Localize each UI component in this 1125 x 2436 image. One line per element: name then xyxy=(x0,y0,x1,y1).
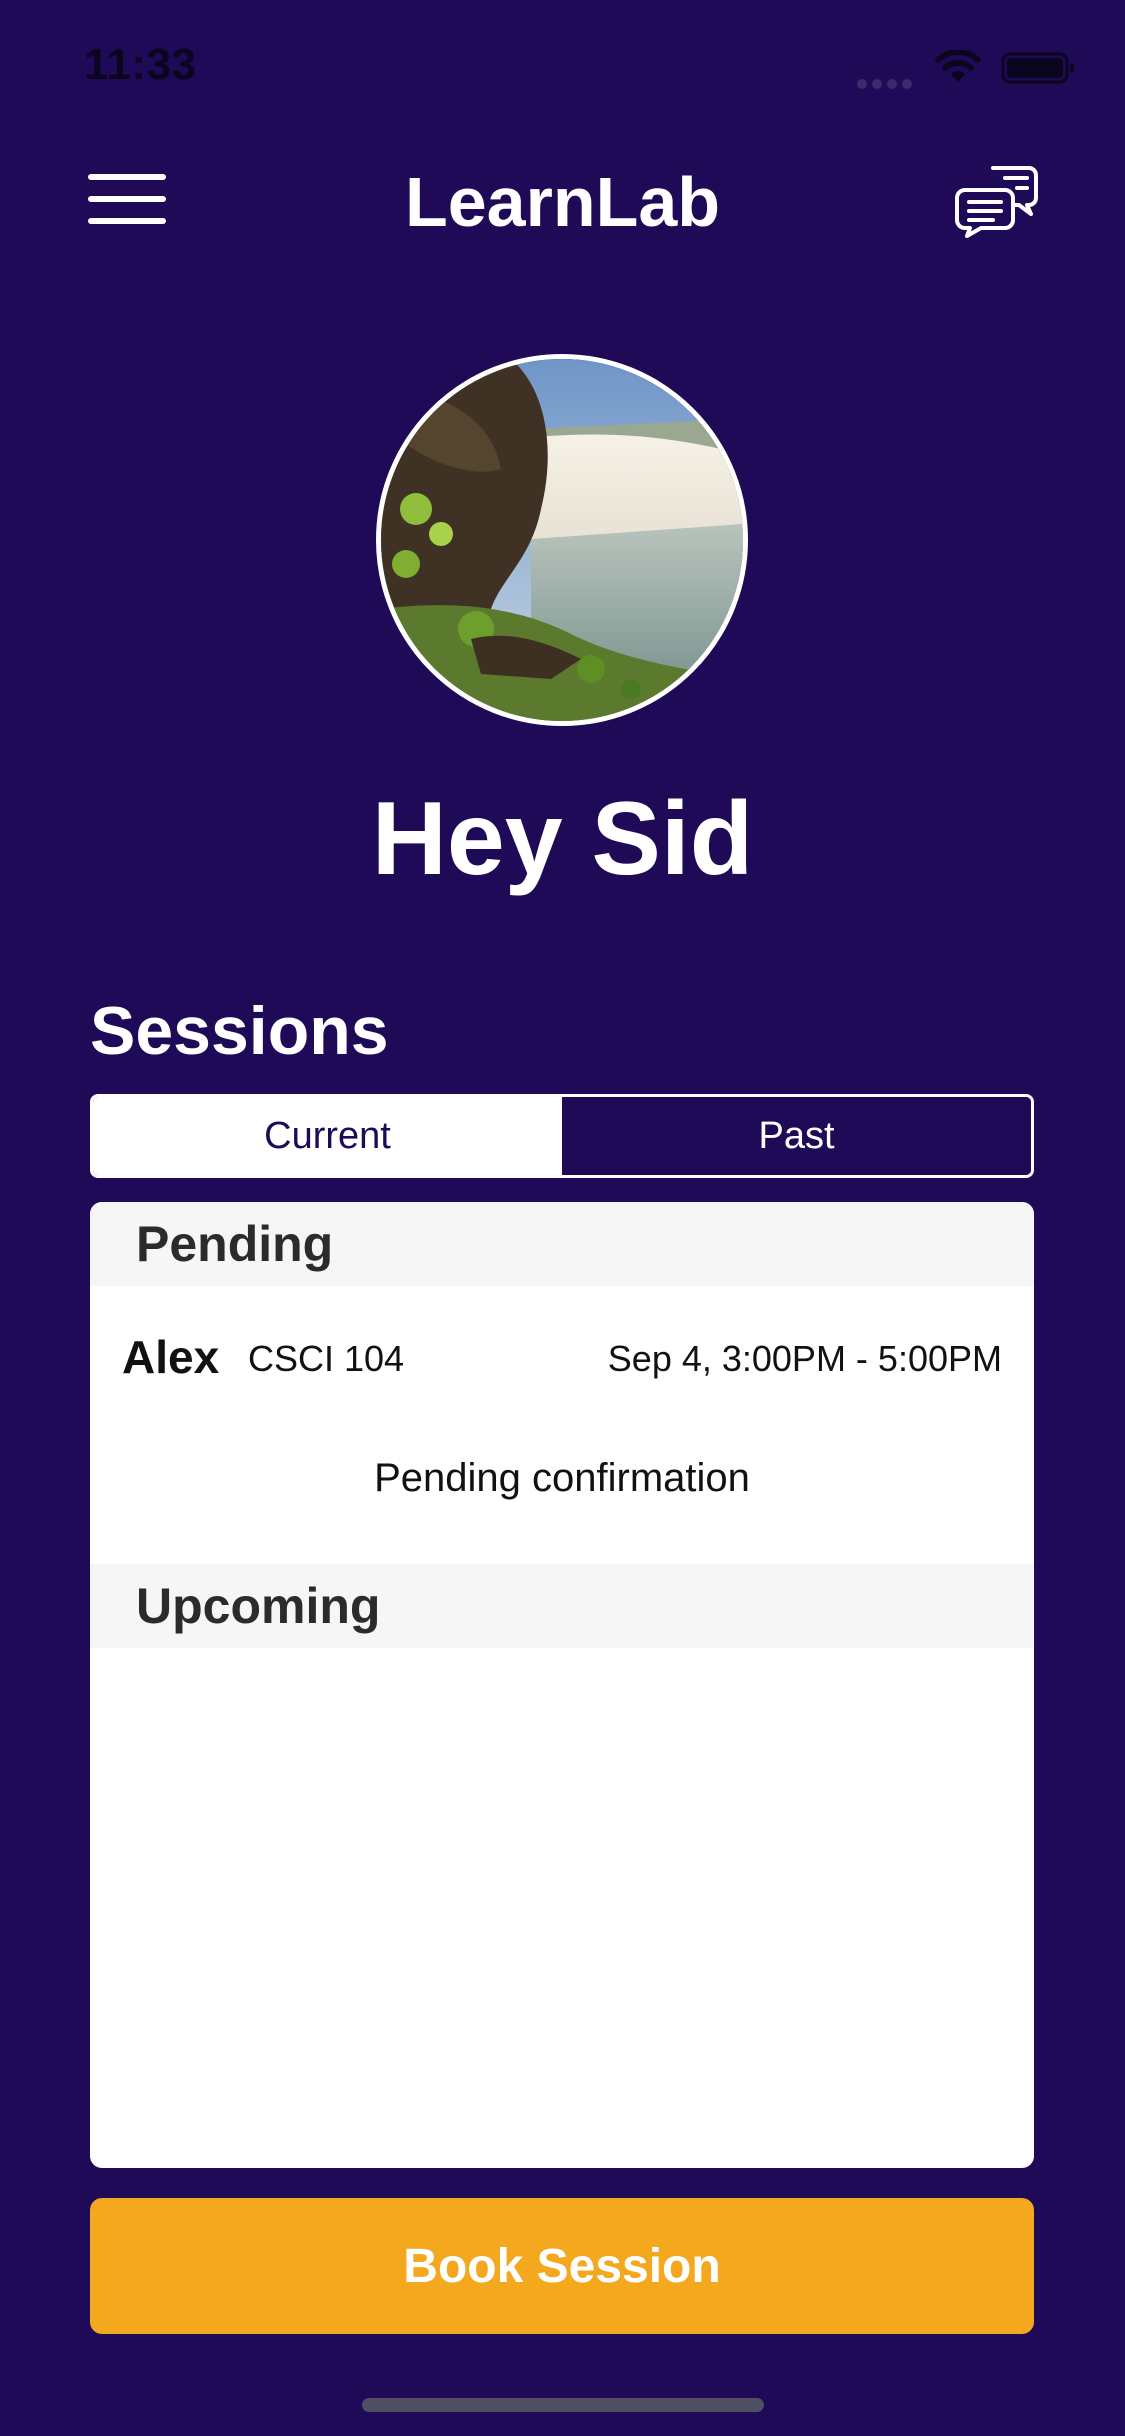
session-status: Pending confirmation xyxy=(374,1456,750,1500)
session-row[interactable]: Alex CSCI 104 Sep 4, 3:00PM - 5:00PM Pen… xyxy=(90,1286,1034,1536)
sessions-list-card: Pending Alex CSCI 104 Sep 4, 3:00PM - 5:… xyxy=(90,1202,1034,2168)
session-tutor-name: Alex xyxy=(122,1331,220,1383)
sessions-segmented-control: Current Past xyxy=(90,1094,1034,1178)
status-time: 11:33 xyxy=(84,40,197,89)
home-indicator[interactable] xyxy=(362,2398,764,2412)
upcoming-list-empty xyxy=(90,1648,1034,2168)
avatar[interactable] xyxy=(376,354,748,726)
section-header-pending: Pending xyxy=(90,1202,1034,1286)
section-header-upcoming: Upcoming xyxy=(90,1564,1034,1648)
cellular-signal-icon xyxy=(857,76,927,89)
session-time: Sep 4, 3:00PM - 5:00PM xyxy=(607,1338,1002,1379)
greeting-text: Hey Sid xyxy=(371,781,754,897)
session-course: CSCI 104 xyxy=(248,1338,405,1379)
chat-bubbles-icon[interactable] xyxy=(955,162,1039,238)
sessions-title: Sessions xyxy=(90,993,389,1069)
tab-past[interactable]: Past xyxy=(562,1097,1031,1175)
book-session-button[interactable]: Book Session xyxy=(90,2198,1034,2334)
status-indicators xyxy=(857,48,1077,92)
wifi-icon xyxy=(935,50,981,82)
waterfall-photo xyxy=(381,359,743,721)
tab-current[interactable]: Current xyxy=(93,1097,562,1175)
battery-icon xyxy=(1001,52,1074,84)
